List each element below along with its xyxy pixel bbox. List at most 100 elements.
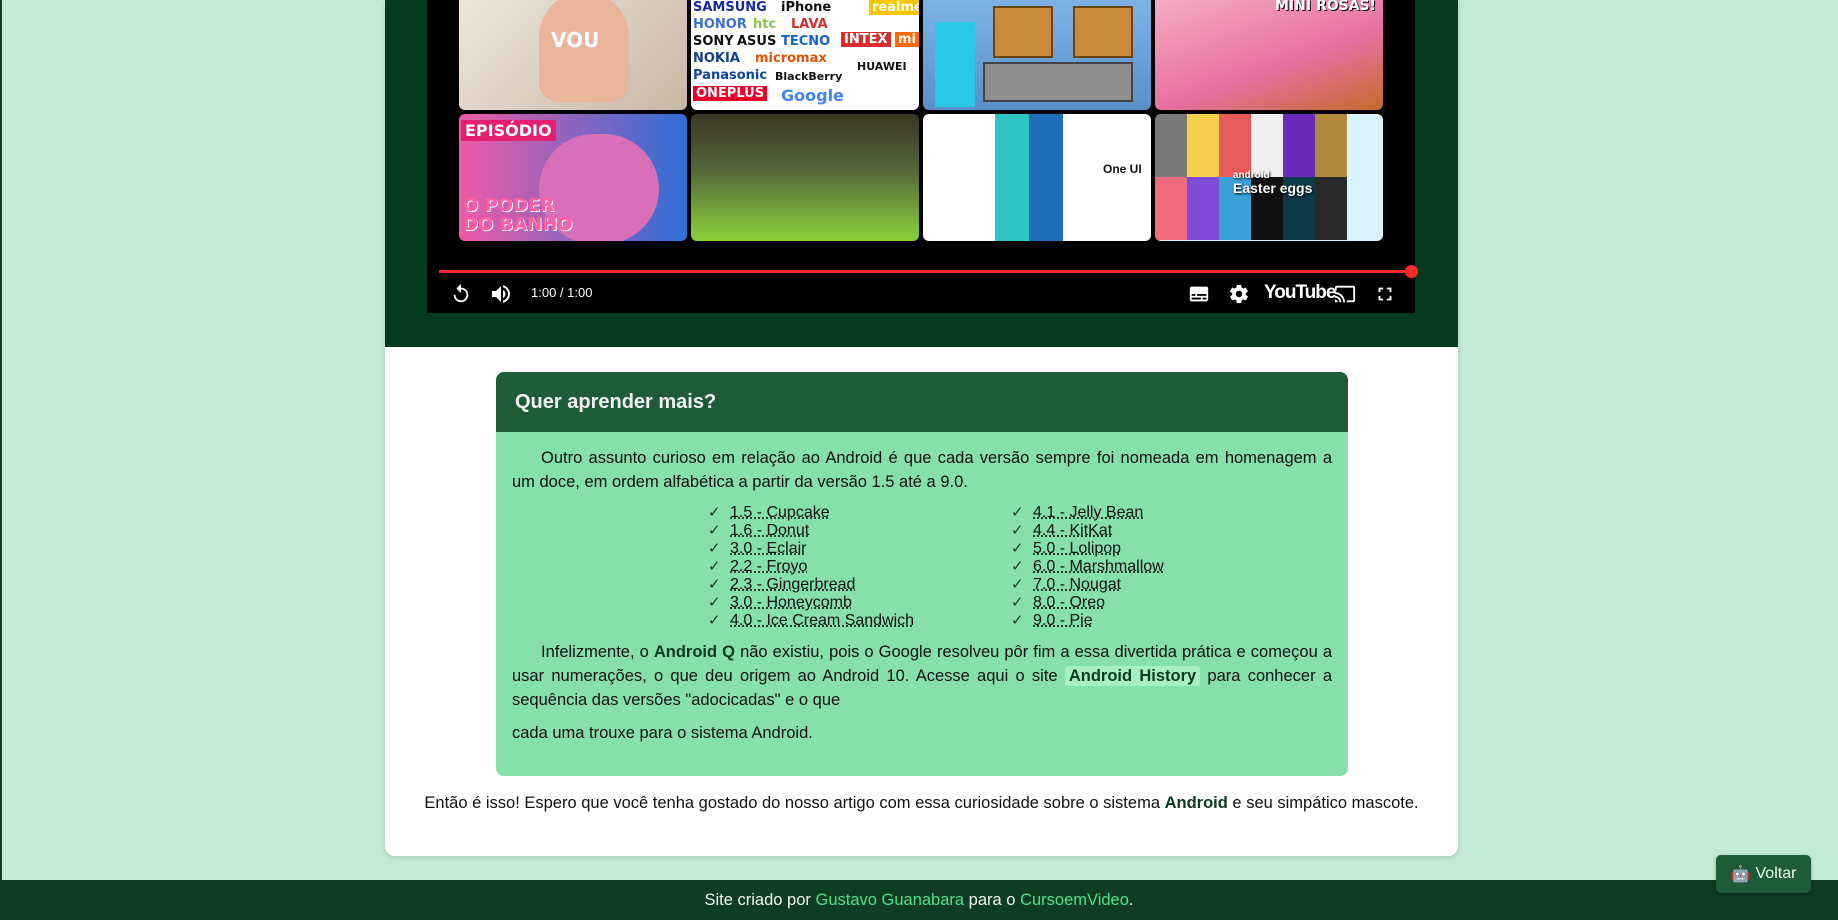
version-item: ✓ 5.0 - Lolipop xyxy=(1011,540,1314,558)
version-label[interactable]: 5.0 - Lolipop xyxy=(1033,540,1121,558)
suggested-video-thumbnail[interactable]: VOU xyxy=(459,0,687,110)
suggested-video-thumbnail[interactable]: SAMSUNG iPhone realme HONOR htc LAVA SON… xyxy=(691,0,919,110)
robot-icon: 🤖 xyxy=(1730,866,1751,883)
brand-label: HUAWEI xyxy=(857,60,907,73)
youtube-logo[interactable]: YouTube xyxy=(1264,282,1336,304)
thumbnail-stripe xyxy=(995,114,1029,241)
version-item: ✓ 6.0 - Marshmallow xyxy=(1011,558,1314,576)
version-item: ✓ 1.6 - Donut xyxy=(708,522,1011,540)
brand-label: ONEPLUS xyxy=(693,86,768,101)
closing-text: e seu simpático mascote. xyxy=(1227,794,1419,812)
thumbnail-title: O PODER DO BANHO xyxy=(463,196,573,234)
check-icon: ✓ xyxy=(708,576,721,593)
version-label[interactable]: 9.0 - Pie xyxy=(1033,612,1093,630)
brand-label: Panasonic xyxy=(693,68,768,83)
android-emphasis: Android xyxy=(1164,794,1228,812)
version-label[interactable]: 8.0 - Oreo xyxy=(1033,594,1105,612)
card-title: Quer aprender mais? xyxy=(496,372,1348,432)
check-icon: ✓ xyxy=(708,522,721,539)
check-icon: ✓ xyxy=(708,540,721,557)
version-label[interactable]: 4.0 - Ice Cream Sandwich xyxy=(730,612,914,630)
brand-label: htc xyxy=(753,17,777,32)
brand-label: INTEX xyxy=(841,32,891,47)
footer: Site criado por Gustavo Guanabara para o… xyxy=(0,880,1838,920)
thumbnail-stripe xyxy=(1029,114,1063,241)
check-icon: ✓ xyxy=(1011,504,1024,521)
thumbnail-text: Easter eggs xyxy=(1233,180,1313,196)
suggested-video-thumbnail[interactable] xyxy=(923,0,1151,110)
check-icon: ✓ xyxy=(1011,522,1024,539)
thumbnail-text: MINI ROSAS! xyxy=(1275,0,1377,14)
version-label[interactable]: 1.5 - Cupcake xyxy=(730,504,830,522)
brand-label: HONOR xyxy=(693,17,747,32)
progress-bar[interactable] xyxy=(439,270,1413,273)
version-item: ✓ 7.0 - Nougat xyxy=(1011,576,1314,594)
replay-button[interactable] xyxy=(447,280,475,308)
version-item: ✓ 2.3 - Gingerbread xyxy=(708,576,1011,594)
version-label[interactable]: 4.4 - KitKat xyxy=(1033,522,1112,540)
brand-label: TECNO xyxy=(781,34,831,49)
thumbnail-text: One UI xyxy=(1103,162,1142,176)
version-label[interactable]: 2.2 - Froyo xyxy=(730,558,807,576)
android-history-link[interactable]: Android History xyxy=(1064,666,1201,686)
cursoemvideo-link[interactable]: CursoemVideo xyxy=(1020,891,1129,909)
version-label[interactable]: 4.1 - Jelly Bean xyxy=(1033,504,1143,522)
suggested-video-thumbnail[interactable] xyxy=(691,114,919,241)
check-icon: ✓ xyxy=(1011,612,1024,629)
left-edge-bar xyxy=(0,0,2,880)
suggested-video-thumbnail[interactable]: android Easter eggs xyxy=(1155,114,1383,241)
video-player[interactable]: VOU SAMSUNG iPhone realme HONOR htc LAVA… xyxy=(427,0,1418,313)
main-content: VOU SAMSUNG iPhone realme HONOR htc LAVA… xyxy=(385,0,1458,856)
versions-lists: ✓ 1.5 - Cupcake ✓ 1.6 - Donut ✓ 3.0 - Eclair ✓… xyxy=(708,504,1332,630)
suggested-video-thumbnail[interactable]: MINI ROSAS! xyxy=(1155,0,1383,110)
version-label[interactable]: 3.0 - Honeycomb xyxy=(730,594,852,612)
cast-button[interactable] xyxy=(1331,280,1359,308)
author-link[interactable]: Gustavo Guanabara xyxy=(815,891,964,909)
versions-list-left: ✓ 1.5 - Cupcake ✓ 1.6 - Donut ✓ 3.0 - Eclair ✓… xyxy=(708,504,1011,630)
thumbnail-tile xyxy=(1315,114,1347,177)
brand-label: BlackBerry xyxy=(775,70,843,83)
progress-knob[interactable] xyxy=(1405,265,1418,278)
back-button[interactable]: 🤖 Voltar xyxy=(1716,855,1811,893)
check-icon: ✓ xyxy=(708,612,721,629)
thumbnail-tile xyxy=(1283,114,1315,177)
thumbnail-title-line: O PODER xyxy=(463,195,555,216)
thumbnail-crate xyxy=(993,6,1053,58)
version-item: ✓ 4.1 - Jelly Bean xyxy=(1011,504,1314,522)
thumbnail-tile xyxy=(1219,114,1251,177)
version-label[interactable]: 6.0 - Marshmallow xyxy=(1033,558,1164,576)
subtitles-button[interactable] xyxy=(1185,280,1213,308)
volume-icon xyxy=(492,285,510,303)
check-icon: ✓ xyxy=(708,504,721,521)
version-item: ✓ 4.4 - KitKat xyxy=(1011,522,1314,540)
settings-button[interactable] xyxy=(1225,280,1253,308)
version-label[interactable]: 1.6 - Donut xyxy=(730,522,809,540)
version-item: ✓ 1.5 - Cupcake xyxy=(708,504,1011,522)
thumbnail-tile xyxy=(1251,114,1283,177)
version-label[interactable]: 3.0 - Eclair xyxy=(730,540,806,558)
brand-label: NOKIA xyxy=(693,51,740,66)
brand-label: micromax xyxy=(755,51,827,66)
check-icon: ✓ xyxy=(1011,558,1024,575)
thumbnail-character xyxy=(935,22,975,107)
brand-label: mi xyxy=(895,32,919,47)
thumbnail-machine xyxy=(983,62,1133,102)
closing-text: Então é isso! Espero que você tenha gost… xyxy=(424,794,1165,812)
version-item: ✓ 4.0 - Ice Cream Sandwich xyxy=(708,612,1011,630)
video-section: VOU SAMSUNG iPhone realme HONOR htc LAVA… xyxy=(385,0,1458,347)
brand-label: Google xyxy=(781,86,844,105)
suggested-video-thumbnail[interactable]: One UI xyxy=(923,114,1151,241)
version-label[interactable]: 2.3 - Gingerbread xyxy=(730,576,855,594)
brand-label: realme xyxy=(869,0,919,15)
version-label[interactable]: 7.0 - Nougat xyxy=(1033,576,1121,594)
learn-more-card: Quer aprender mais? Outro assunto curios… xyxy=(496,372,1348,776)
volume-button[interactable] xyxy=(487,280,515,308)
brand-label: SAMSUNG xyxy=(693,0,767,15)
thumbnail-tile xyxy=(1315,177,1347,240)
check-icon: ✓ xyxy=(1011,576,1024,593)
fullscreen-button[interactable] xyxy=(1371,280,1399,308)
footer-text: para o xyxy=(964,891,1021,909)
suggested-video-thumbnail[interactable]: EPISÓDIO O PODER DO BANHO xyxy=(459,114,687,241)
version-item: ✓ 9.0 - Pie xyxy=(1011,612,1314,630)
thumbnail-title-line: DO BANHO xyxy=(463,214,573,235)
